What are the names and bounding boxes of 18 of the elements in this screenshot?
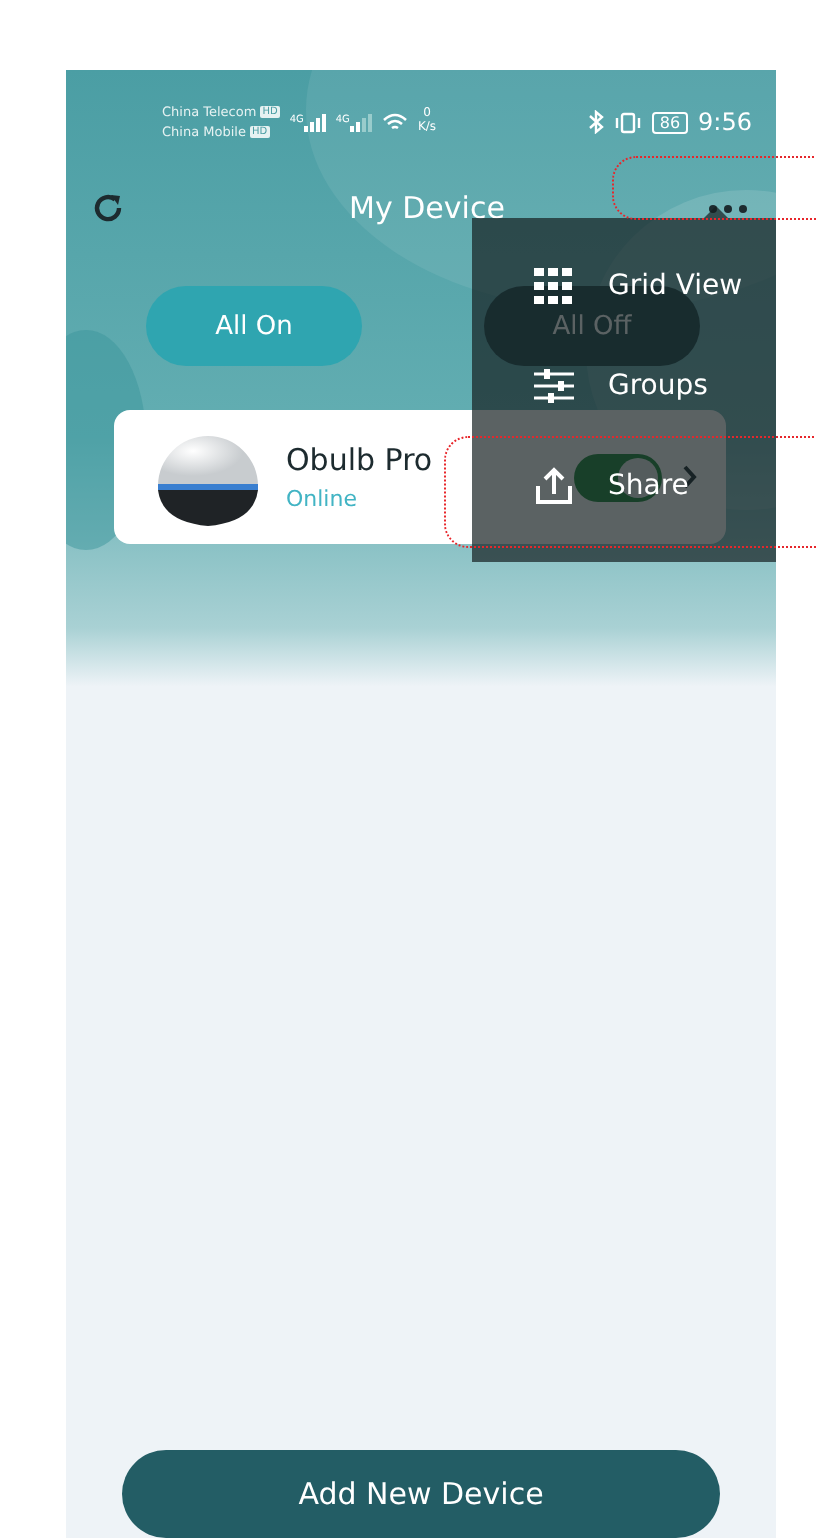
bluetooth-icon: [587, 110, 604, 134]
signal-icon: [349, 113, 372, 131]
more-menu-icon[interactable]: [707, 203, 748, 213]
page-title: My Device: [349, 190, 505, 226]
add-device-button[interactable]: Add New Device: [122, 1450, 720, 1538]
clock: 9:56: [698, 108, 752, 136]
signal-icon: [303, 113, 326, 131]
vibrate-icon: [613, 111, 642, 133]
device-name: Obulb Pro: [286, 442, 435, 478]
menu-item[interactable]: Groups: [472, 360, 776, 412]
refresh-icon[interactable]: [90, 190, 126, 226]
share-icon: [534, 466, 574, 506]
sliders-icon: [534, 368, 574, 404]
menu-item[interactable]: Grid View: [472, 260, 776, 312]
battery-level: 86: [651, 111, 689, 133]
device-status: Online: [286, 486, 359, 512]
wifi-icon: [381, 112, 408, 132]
grid-icon: [534, 268, 574, 304]
